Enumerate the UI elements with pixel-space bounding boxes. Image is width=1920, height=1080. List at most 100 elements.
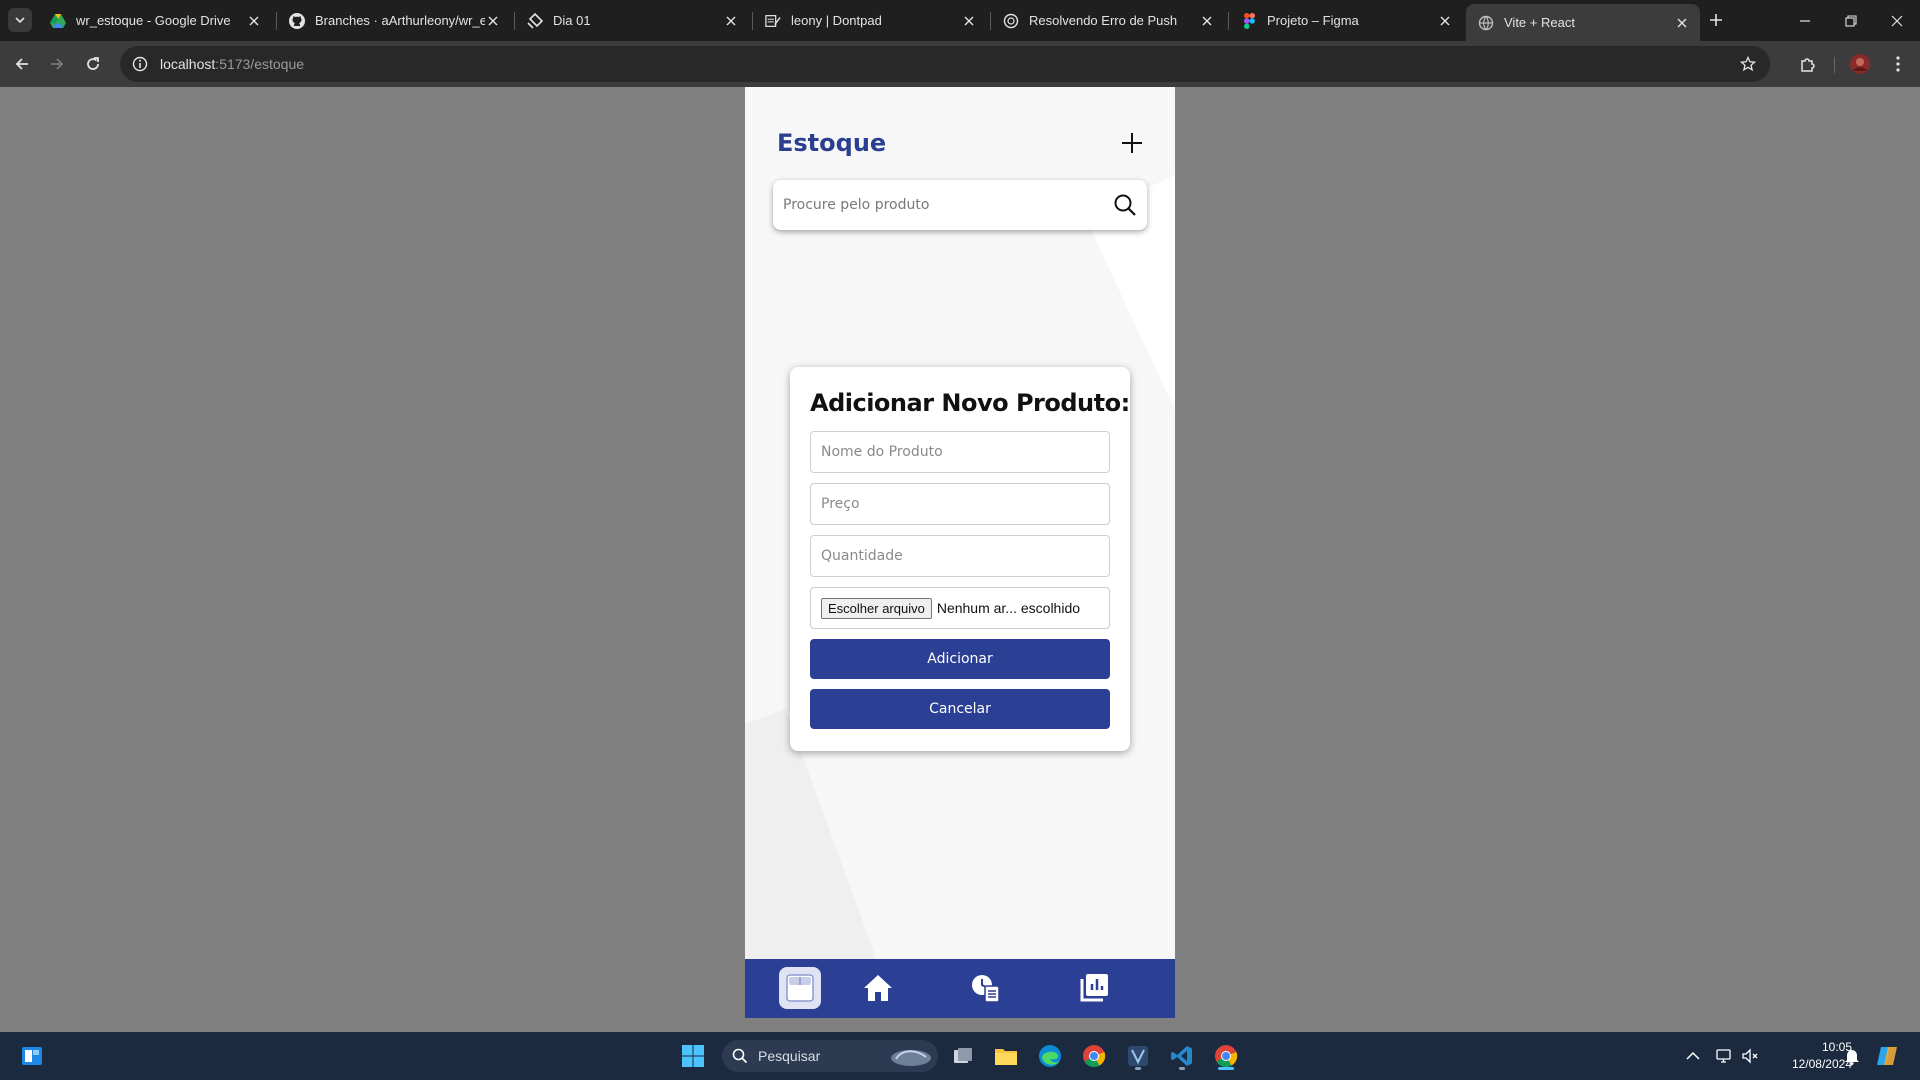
- quantity-field: [810, 535, 1110, 577]
- openai-icon: [1003, 13, 1019, 29]
- reload-icon: [87, 57, 99, 70]
- add-button[interactable]: Adicionar: [810, 639, 1110, 679]
- taskbar: Pesquisar 10:05 12/08/2024: [0, 1032, 1920, 1080]
- avatar: [1850, 54, 1870, 74]
- copilot-button[interactable]: [1875, 1044, 1899, 1068]
- tab-title: Resolvendo Erro de Push: [1029, 13, 1178, 28]
- task-view-icon: [954, 1048, 972, 1063]
- reload-button[interactable]: [79, 50, 107, 78]
- address-bar[interactable]: localhost:5173/estoque: [120, 46, 1770, 82]
- chrome-icon: [1215, 1045, 1238, 1067]
- plus-icon: [1710, 14, 1722, 26]
- chrome-button[interactable]: [1078, 1040, 1110, 1072]
- tab-search-button[interactable]: [8, 8, 32, 32]
- site-info-icon[interactable]: [132, 56, 148, 72]
- google-drive-icon: [50, 13, 66, 29]
- nav-item-home[interactable]: [857, 967, 899, 1009]
- file-explorer-button[interactable]: [990, 1040, 1022, 1072]
- volume-button[interactable]: [1738, 1044, 1762, 1068]
- close-icon[interactable]: [723, 13, 739, 29]
- plus-icon: [1122, 133, 1142, 153]
- tab-chatgpt[interactable]: Resolvendo Erro de Push: [991, 4, 1225, 37]
- price-input[interactable]: [821, 496, 1099, 512]
- back-button[interactable]: [8, 50, 36, 78]
- tab-dontpad[interactable]: leony | Dontpad: [753, 4, 987, 37]
- close-icon: [1891, 15, 1903, 26]
- close-icon[interactable]: [961, 13, 977, 29]
- widgets-icon: [22, 1047, 42, 1065]
- start-button[interactable]: [677, 1040, 709, 1072]
- search-icon[interactable]: [1113, 193, 1137, 217]
- home-icon: [864, 975, 892, 1001]
- chrome-active-button[interactable]: [1210, 1040, 1242, 1072]
- browser-menu-button[interactable]: [1884, 50, 1912, 78]
- vscode-button[interactable]: [1166, 1040, 1198, 1072]
- url-text: localhost:5173/estoque: [160, 56, 304, 72]
- product-name-field: [810, 431, 1110, 473]
- quantity-input[interactable]: [821, 548, 1099, 564]
- edge-button[interactable]: [1034, 1040, 1066, 1072]
- chevron-down-icon: [15, 17, 25, 24]
- tab-figma[interactable]: Projeto – Figma: [1229, 4, 1463, 37]
- tray-overflow-button[interactable]: [1681, 1044, 1705, 1068]
- extensions-button[interactable]: [1794, 50, 1822, 78]
- tab-github[interactable]: Branches · aArthurleony/wr_estoque: [277, 4, 511, 37]
- search-icon: [732, 1048, 748, 1064]
- price-field: [810, 483, 1110, 525]
- add-product-button[interactable]: [1117, 128, 1147, 158]
- nav-item-historico[interactable]: [965, 967, 1007, 1009]
- product-name-input[interactable]: [821, 444, 1099, 460]
- forward-button[interactable]: [43, 50, 71, 78]
- windows-logo-icon: [682, 1045, 704, 1067]
- tab-title: Projeto – Figma: [1267, 13, 1359, 28]
- close-icon[interactable]: [1199, 13, 1215, 29]
- file-status-text: Nenhum ar... escolhido: [936, 600, 1081, 616]
- taskbar-search[interactable]: Pesquisar: [722, 1040, 938, 1072]
- notion-icon: [527, 12, 543, 29]
- choose-file-button[interactable]: Escolher arquivo: [821, 597, 932, 619]
- tab-title: wr_estoque - Google Drive: [76, 13, 231, 28]
- tab-notion[interactable]: Dia 01: [515, 4, 749, 37]
- close-icon[interactable]: [246, 13, 262, 29]
- dontpad-icon: [765, 13, 781, 29]
- task-view-button[interactable]: [947, 1040, 979, 1072]
- copilot-icon: [1877, 1047, 1897, 1065]
- tab-google-drive[interactable]: wr_estoque - Google Drive: [38, 4, 272, 37]
- nav-item-estoque[interactable]: [779, 967, 821, 1009]
- tab-vite-react[interactable]: Vite + React: [1466, 4, 1700, 41]
- minimize-button[interactable]: [1782, 0, 1828, 41]
- restore-button[interactable]: [1828, 0, 1874, 41]
- box-icon: [786, 974, 814, 1002]
- modal-title: Adicionar Novo Produto:: [810, 389, 1130, 417]
- more-vertical-icon: [1896, 56, 1900, 72]
- app-viewport: Estoque Adicionar Novo Produto: Escolher…: [745, 87, 1175, 1018]
- notifications-button[interactable]: [1840, 1044, 1864, 1068]
- close-icon[interactable]: [485, 13, 501, 29]
- nav-item-relatorios[interactable]: [1073, 967, 1115, 1009]
- profile-button[interactable]: [1846, 50, 1874, 78]
- bell-icon: [1845, 1050, 1859, 1065]
- new-tab-button[interactable]: [1704, 8, 1728, 32]
- widgets-button[interactable]: [16, 1040, 48, 1072]
- search-input[interactable]: [783, 197, 1113, 213]
- folder-icon: [995, 1049, 1017, 1065]
- app-header: Estoque: [777, 123, 1147, 163]
- network-button[interactable]: [1713, 1044, 1737, 1068]
- toolbar-divider: [1834, 57, 1835, 73]
- bookmark-star-icon[interactable]: [1740, 56, 1756, 72]
- close-icon[interactable]: [1674, 15, 1690, 31]
- history-icon: [972, 975, 1000, 1003]
- arrow-right-icon: [51, 58, 64, 70]
- globe-icon: [1478, 15, 1494, 31]
- page-title: Estoque: [777, 129, 887, 157]
- taskbar-search-label: Pesquisar: [758, 1048, 821, 1064]
- running-indicator: [1218, 1067, 1234, 1070]
- running-indicator: [1135, 1067, 1141, 1070]
- cancel-button[interactable]: Cancelar: [810, 689, 1110, 729]
- edge-icon: [1039, 1045, 1061, 1067]
- tab-title: Branches · aArthurleony/wr_estoque: [315, 13, 485, 28]
- dev-app-button[interactable]: [1122, 1040, 1154, 1072]
- close-window-button[interactable]: [1874, 0, 1920, 41]
- close-icon[interactable]: [1437, 13, 1453, 29]
- minimize-icon: [1800, 19, 1810, 22]
